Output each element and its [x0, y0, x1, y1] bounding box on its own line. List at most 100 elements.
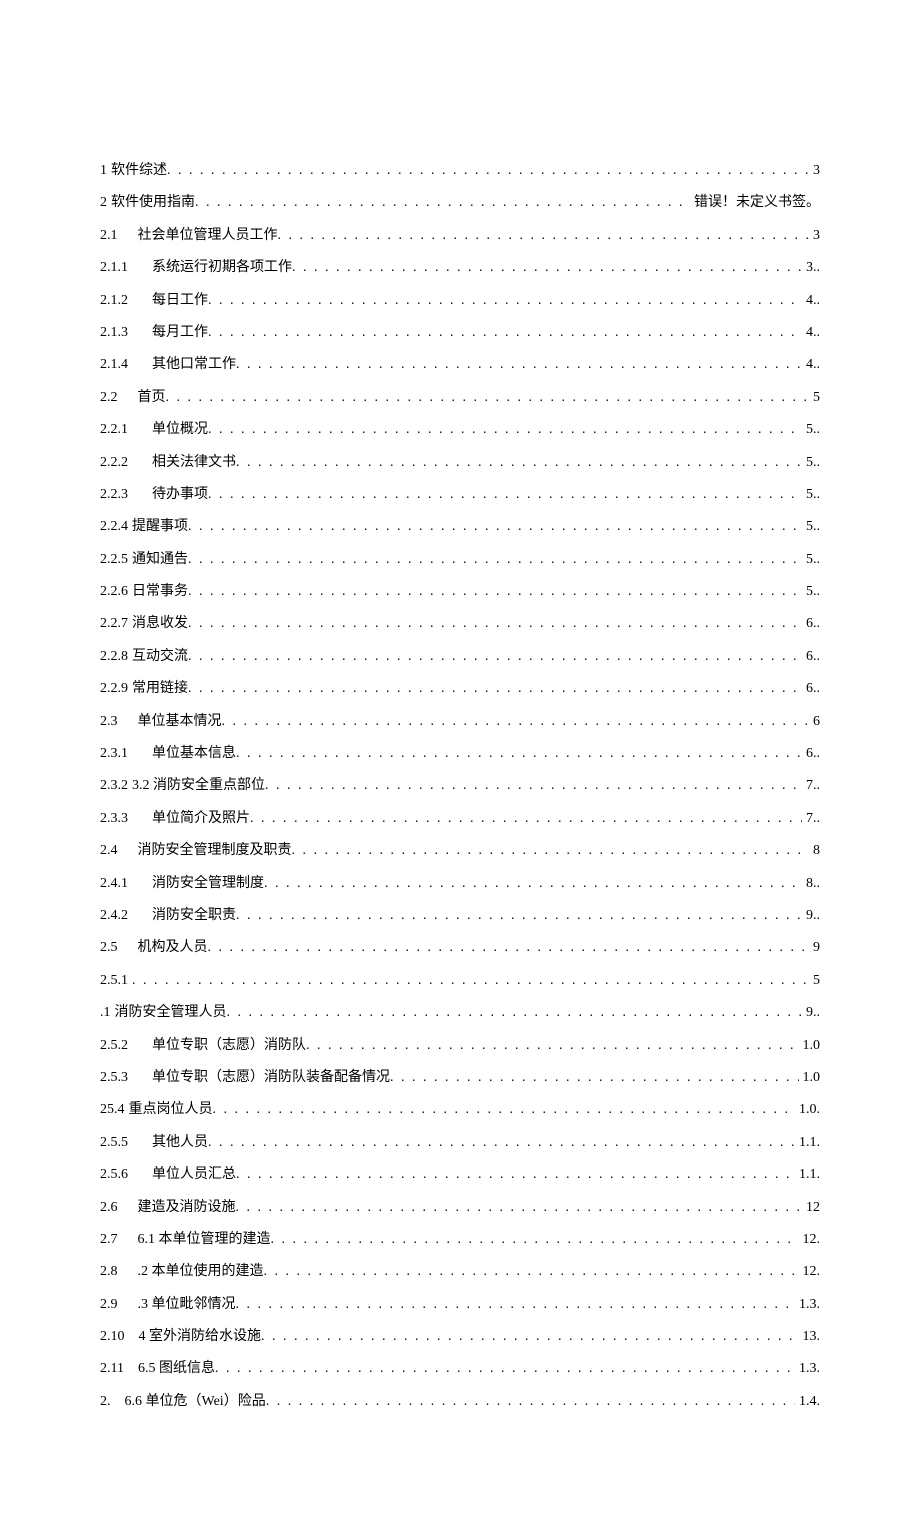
- toc-title: 建造及消防设施: [138, 1197, 236, 1219]
- toc-title: 首页: [138, 387, 166, 409]
- toc-entry: 2.2.5通知通告 5..: [100, 549, 820, 571]
- toc-page-number: 12: [802, 1197, 820, 1219]
- toc-page-number: 8: [809, 840, 820, 862]
- toc-number: 2.2.1: [100, 419, 132, 441]
- toc-title: 提醒事项: [132, 516, 188, 538]
- toc-entry: 2.4消防安全管理制度及职责8: [100, 840, 820, 862]
- toc-page-number: 1.1.: [795, 1164, 820, 1186]
- toc-title: 待办事项: [152, 484, 208, 506]
- toc-title: 重点岗位人员: [129, 1099, 213, 1121]
- toc-entry: 2.3.3单位简介及照片7..: [100, 808, 820, 830]
- toc-leader-dots: [265, 775, 802, 797]
- toc-entry: 2.116.5 图纸信息1.3.: [100, 1358, 820, 1380]
- toc-entry: 2.5机构及人员9: [100, 937, 820, 959]
- toc-page-number: 5..: [802, 419, 820, 441]
- toc-page-number: 1.0.: [795, 1099, 820, 1121]
- toc-title: 其他人员: [152, 1132, 208, 1154]
- toc-title: 通知通告: [132, 549, 188, 571]
- toc-page-number: 6: [809, 711, 820, 733]
- toc-leader-dots: [208, 419, 802, 441]
- toc-number: 2.4.1: [100, 873, 132, 895]
- toc-title: 消防安全管理人员: [115, 1002, 227, 1024]
- toc-page-number: 4..: [802, 290, 820, 312]
- toc-title: 其他口常工作: [152, 354, 236, 376]
- toc-leader-dots: [208, 937, 810, 959]
- toc-leader-dots: [236, 1197, 803, 1219]
- toc-leader-dots: [132, 970, 809, 992]
- toc-page-number: 1.0: [799, 1035, 821, 1057]
- toc-title: 单位人员汇总: [152, 1164, 236, 1186]
- toc-number: 2.2.3: [100, 484, 132, 506]
- toc-entry: 2.5.5其他人员1.1.: [100, 1132, 820, 1154]
- toc-title: 系统运行初期各项工作: [152, 257, 292, 279]
- toc-page-number: 5: [809, 387, 820, 409]
- toc-title: 单位基本情况: [138, 711, 222, 733]
- toc-leader-dots: [222, 711, 810, 733]
- toc-page-number: 3: [809, 225, 820, 247]
- toc-number: 2.6: [100, 1197, 122, 1219]
- toc-number: 1: [100, 160, 111, 182]
- toc-leader-dots: [188, 613, 802, 635]
- toc-leader-dots: [264, 1261, 799, 1283]
- toc-number: 2.2.5: [100, 549, 132, 571]
- toc-title: 消防安全管理制度及职责: [138, 840, 292, 862]
- toc-leader-dots: [188, 549, 802, 571]
- toc-number: 2.3.1: [100, 743, 132, 765]
- toc-leader-dots: [215, 1358, 795, 1380]
- toc-number: 2.3.3: [100, 808, 132, 830]
- toc-number: 2.2.8: [100, 646, 132, 668]
- toc-leader-dots: [208, 1132, 795, 1154]
- toc-entry: 2.2.4提醒事项5..: [100, 516, 820, 538]
- toc-page-number: 8..: [802, 873, 820, 895]
- toc-leader-dots: [236, 905, 802, 927]
- toc-entry: 1软件综述3: [100, 160, 820, 182]
- toc-title: 社会单位管理人员工作: [138, 225, 278, 247]
- toc-entry: 2.76.1 本单位管理的建造12.: [100, 1229, 820, 1251]
- toc-leader-dots: [390, 1067, 799, 1089]
- toc-entry: 2.1.4其他口常工作4..: [100, 354, 820, 376]
- toc-leader-dots: [227, 1002, 803, 1024]
- toc-page-number: 12.: [799, 1229, 821, 1251]
- toc-number: 2.1: [100, 225, 122, 247]
- toc-number: 2.5.3: [100, 1067, 132, 1089]
- toc-leader-dots: [188, 516, 802, 538]
- toc-page-number: 1.0: [799, 1067, 821, 1089]
- toc-page-number: 1.1.: [795, 1132, 820, 1154]
- toc-title: 互动交流: [132, 646, 188, 668]
- toc-title: 单位简介及照片: [152, 808, 250, 830]
- toc-number: 2.5: [100, 937, 122, 959]
- toc-title: 消防安全职责: [152, 905, 236, 927]
- toc-page-number: 6..: [802, 646, 820, 668]
- toc-page-number: 6..: [802, 678, 820, 700]
- toc-leader-dots: [292, 840, 810, 862]
- toc-page-number: 4..: [802, 322, 820, 344]
- toc-title: 软件使用指南: [111, 192, 195, 214]
- toc-page-number: 12.: [799, 1261, 821, 1283]
- toc-leader-dots: [306, 1035, 799, 1057]
- table-of-contents: 1软件综述32软件使用指南错误！未定义书签。2.1社会单位管理人员工作32.1.…: [100, 160, 820, 1413]
- toc-entry: 2.2.2相关法律文书5..: [100, 452, 820, 474]
- toc-entry: 2.4.1消防安全管理制度8..: [100, 873, 820, 895]
- toc-number: 2.8: [100, 1261, 122, 1283]
- toc-number: 2.5.2: [100, 1035, 132, 1057]
- toc-leader-dots: [271, 1229, 799, 1251]
- toc-page-number: 5..: [802, 516, 820, 538]
- toc-leader-dots: [278, 225, 810, 247]
- toc-leader-dots: [208, 484, 802, 506]
- toc-entry: 2.2 首页 5: [100, 387, 820, 409]
- toc-entry: 2.3.23.2 消防安全重点部位7..: [100, 775, 820, 797]
- toc-number: 2.5.6: [100, 1164, 132, 1186]
- toc-title: .3 单位毗邻情况: [138, 1294, 236, 1316]
- toc-entry: 2.6.6 单位危（Wei）险品1.4.: [100, 1391, 820, 1413]
- toc-entry: 2软件使用指南错误！未定义书签。: [100, 192, 820, 214]
- toc-page-number: 1.3.: [795, 1294, 820, 1316]
- toc-page-number: 4..: [802, 354, 820, 376]
- toc-page-number: 9..: [802, 905, 820, 927]
- toc-page-number: 5..: [802, 549, 820, 571]
- toc-number: 2.2: [100, 387, 122, 409]
- toc-page-number: 3..: [802, 257, 820, 279]
- toc-page-number: 9: [809, 937, 820, 959]
- toc-page-number: 9..: [802, 1002, 820, 1024]
- toc-title: 软件综述: [111, 160, 167, 182]
- toc-number: 2.2.7: [100, 613, 132, 635]
